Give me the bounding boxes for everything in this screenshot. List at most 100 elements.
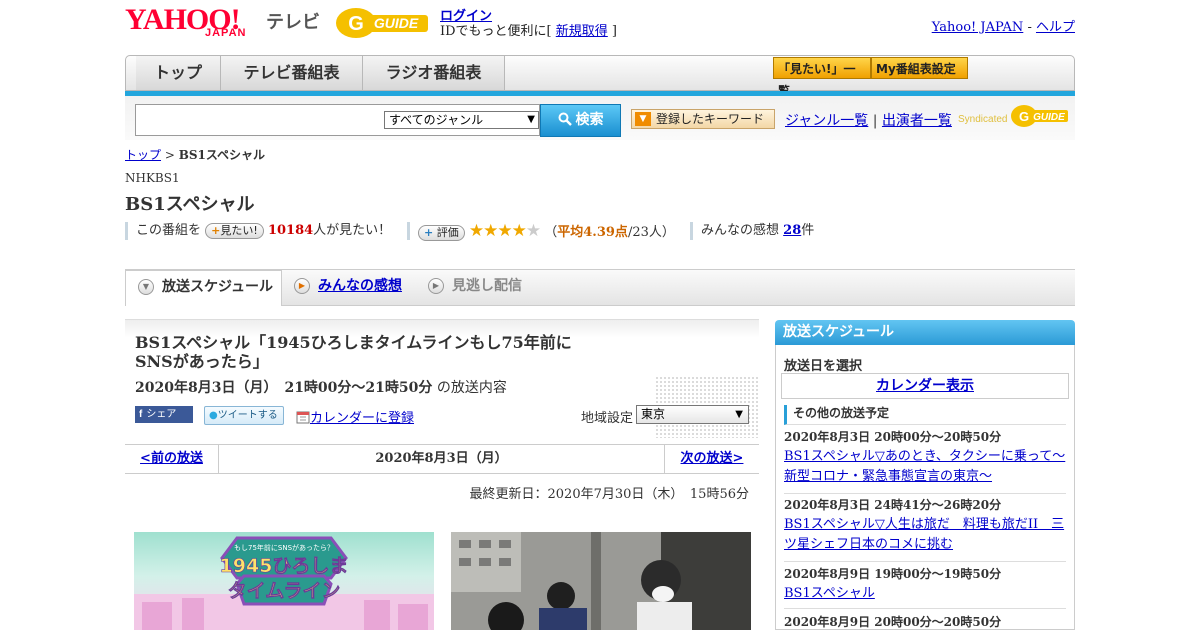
schedule-item: 2020年8月9日 19時00分～19時50分 BS1スペシャル <box>784 566 1066 609</box>
last-updated: 最終更新日：2020年7月30日（木） 15時56分 <box>469 487 749 502</box>
episode-date: 2020年8月3日（月） 21時00分～21時50分 <box>135 380 433 396</box>
svg-text:G: G <box>1019 109 1029 124</box>
breadcrumb: トップ > BS1スペシャル <box>125 146 265 163</box>
tab-reviews-link[interactable]: みんなの感想 <box>318 278 402 294</box>
reviews-stat: みんなの感想 28件 <box>690 222 814 240</box>
nav-tab-radio-guide[interactable]: ラジオ番組表 <box>363 56 505 90</box>
rate-button[interactable]: + 評価 <box>418 224 465 241</box>
star-empty-icon: ★ <box>525 221 541 241</box>
calendar-register: カレンダーに登録 <box>296 407 414 426</box>
yahoo-japan-logo-sub: JAPAN <box>205 27 247 39</box>
tab-reviews[interactable]: ▶ みんなの感想 <box>282 270 416 306</box>
image-title-line2: タイムライン <box>228 580 341 602</box>
star-icon: ★ <box>497 221 512 241</box>
breadcrumb-current: BS1スペシャル <box>178 148 266 162</box>
facebook-share-label: シェア <box>146 409 177 420</box>
star-icon: ★ <box>511 221 527 241</box>
play-arrow-icon: ▶ <box>428 278 444 294</box>
region-select[interactable]: 東京 ▼ <box>636 405 749 424</box>
schedule-time: 2020年8月3日 24時41分～26時20分 <box>784 498 1002 512</box>
tab-missed[interactable]: ▶ 見逃し配信 <box>416 270 546 306</box>
channel-name: NHKBS1 <box>125 171 180 185</box>
watch-count: 10184 <box>267 223 314 238</box>
search-link-sep: | <box>868 113 882 129</box>
rating-average: 平均4.39点 <box>557 225 628 240</box>
watch-stat: この番組を +見たい! 10184人が見たい！ <box>125 222 391 240</box>
rating-stat: + 評価 ★★★★★ （平均4.39点/23人） <box>407 221 675 241</box>
search-button[interactable]: 検索 <box>540 104 621 137</box>
chevron-down-icon: ▼ <box>138 279 154 295</box>
search-icon <box>558 112 572 126</box>
service-name[interactable]: テレビ <box>266 8 320 34</box>
episode-date-suffix: の放送内容 <box>436 380 507 396</box>
episode-date-line: 2020年8月3日（月） 21時00分～21時50分 の放送内容 <box>135 377 507 397</box>
play-arrow-icon: ▶ <box>294 278 310 294</box>
syndicated-gguide-logo: Syndicated G GUIDE <box>958 103 1070 129</box>
breadcrumb-top-link[interactable]: トップ <box>125 148 161 162</box>
genre-select-value: すべてのジャンル <box>389 113 484 127</box>
image-title-line1: 1945ひろしま <box>220 555 349 577</box>
reviews-prefix: みんなの感想 <box>701 223 780 238</box>
performer-list-link[interactable]: 出演者一覧 <box>882 113 952 129</box>
image-caption-top: もし75年前にSNSがあったら？ <box>234 543 334 552</box>
search-side-links: ジャンル一覧 | 出演者一覧 <box>785 110 952 130</box>
twitter-share-button[interactable]: ●ツイートする <box>204 406 284 425</box>
genre-list-link[interactable]: ジャンル一覧 <box>785 113 868 129</box>
top-right-links: Yahoo! JAPAN - ヘルプ <box>932 16 1075 35</box>
registered-keyword-button[interactable]: ▼ 登録したキーワード <box>631 109 775 129</box>
mitai-button[interactable]: +見たい! <box>205 222 264 239</box>
schedule-title-link[interactable]: BS1スペシャル▽人生は旅だ 料理も旅だII 三ツ星シェフ日本のコメに挑む <box>784 515 1066 555</box>
top-link-sep: - <box>1023 20 1036 35</box>
next-broadcast-link[interactable]: 次の放送> <box>664 445 759 473</box>
svg-text:G: G <box>348 13 364 35</box>
broadcast-pager: <前の放送 2020年8月3日（月） 次の放送> <box>125 444 759 474</box>
login-sub-post: ] <box>607 24 617 39</box>
help-link[interactable]: ヘルプ <box>1036 20 1075 35</box>
tab-schedule[interactable]: ▼ 放送スケジュール <box>125 270 282 306</box>
schedule-title-link[interactable]: BS1スペシャル <box>784 584 1066 604</box>
reviews-suffix: 件 <box>801 223 815 238</box>
rating-pre: （ <box>544 225 558 240</box>
breadcrumb-sep: > <box>161 148 179 162</box>
star-icon: ★ <box>483 221 498 241</box>
tab-schedule-label: 放送スケジュール <box>162 279 274 295</box>
episode-title: BS1スペシャル「1945ひろしまタイムラインもし75年前にSNSがあったら」 <box>135 333 572 371</box>
rate-pill-label: 評価 <box>436 225 459 239</box>
page-title: BS1スペシャル <box>125 194 255 215</box>
schedule-time: 2020年8月3日 20時00分～20時50分 <box>784 430 1002 444</box>
nav-tab-tv-guide[interactable]: テレビ番組表 <box>221 56 363 90</box>
schedule-title-link[interactable]: BS1スペシャル▽あのとき、タクシーに乗って～新型コロナ・緊急事態宣言の東京～ <box>784 447 1066 487</box>
plus-icon: + <box>211 223 221 237</box>
sidebar-header: 放送スケジュール <box>775 320 1075 345</box>
gguide-logo-text: GUIDE <box>374 15 419 31</box>
plus-icon: + <box>424 225 434 239</box>
rating-stars: ★★★★★ <box>468 221 541 241</box>
facebook-share-button[interactable]: f シェア <box>135 406 193 423</box>
prev-broadcast-link[interactable]: <前の放送 <box>125 445 219 473</box>
schedule-time: 2020年8月9日 19時00分～19時50分 <box>784 567 1002 581</box>
region-select-value: 東京 <box>641 407 666 421</box>
main-nav: トップ テレビ番組表 ラジオ番組表 「見たい!」一覧 My番組表設定 <box>125 55 1075 98</box>
login-sub-pre: IDでもっと便利に[ <box>440 24 556 39</box>
registered-keyword-label: 登録したキーワード <box>656 112 765 126</box>
program-image-people-photo <box>451 532 751 630</box>
reviews-count-link[interactable]: 28 <box>783 223 801 238</box>
star-icon: ★ <box>468 221 484 241</box>
schedule-item: 2020年8月3日 20時00分～20時50分 BS1スペシャル▽あのとき、タク… <box>784 429 1066 494</box>
signup-link[interactable]: 新規取得 <box>556 24 608 39</box>
mitai-list-button[interactable]: 「見たい!」一覧 <box>773 57 871 98</box>
gguide-logo: G GUIDE <box>334 7 432 39</box>
syndicated-text: Syndicated <box>958 114 1007 125</box>
program-image-title-card: もし75年前にSNSがあったら？ 1945ひろしま タイムライン <box>134 532 434 630</box>
twitter-bird-icon: ● <box>209 410 218 421</box>
select-date-label: 放送日を選択 <box>784 359 863 374</box>
calendar-register-link[interactable]: カレンダーに登録 <box>310 411 414 426</box>
schedule-time: 2020年8月9日 20時00分～20時50分 <box>784 615 1002 629</box>
yahoo-japan-link[interactable]: Yahoo! JAPAN <box>932 20 1024 35</box>
my-bangumi-button[interactable]: My番組表設定 <box>871 57 968 79</box>
nav-tab-top[interactable]: トップ <box>136 56 221 90</box>
genre-select[interactable]: すべてのジャンル ▼ <box>384 111 539 129</box>
watch-prefix: この番組を <box>136 223 202 238</box>
rating-post: /23人） <box>627 225 675 240</box>
calendar-display-button[interactable]: カレンダー表示 <box>781 373 1069 399</box>
